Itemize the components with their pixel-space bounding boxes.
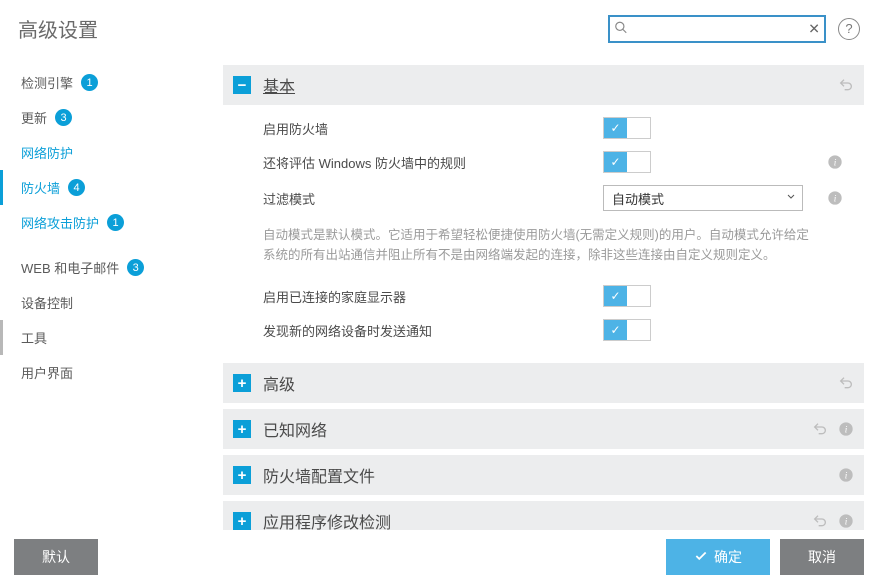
button-label: 确定 — [714, 547, 742, 567]
sidebar-item-label: 防火墙 — [21, 178, 60, 197]
section-profiles: + 防火墙配置文件 i — [223, 455, 864, 495]
row-label: 过滤模式 — [263, 189, 603, 208]
footer: 默认 确定 取消 — [0, 529, 878, 585]
expand-icon[interactable]: + — [233, 374, 251, 392]
sidebar-badge: 1 — [107, 214, 124, 231]
section-header-advanced[interactable]: + 高级 — [223, 363, 864, 403]
row-filter-mode: 过滤模式 自动模式 i — [223, 179, 864, 217]
section-known-networks: + 已知网络 i — [223, 409, 864, 449]
sidebar-item-tools[interactable]: 工具 — [0, 320, 215, 355]
undo-icon[interactable] — [812, 421, 828, 437]
button-label: 默认 — [42, 547, 70, 567]
sidebar-badge: 1 — [81, 74, 98, 91]
ok-button[interactable]: 确定 — [666, 539, 770, 575]
collapse-icon[interactable]: − — [233, 76, 251, 94]
button-label: 取消 — [808, 547, 836, 567]
row-label: 启用已连接的家庭显示器 — [263, 287, 603, 306]
check-icon: ✓ — [610, 155, 620, 169]
info-icon[interactable]: i — [838, 513, 854, 529]
toggle-enable-firewall[interactable]: ✓ — [603, 117, 651, 139]
info-icon[interactable]: i — [838, 467, 854, 483]
expand-icon[interactable]: + — [233, 512, 251, 530]
undo-icon[interactable] — [838, 375, 854, 391]
sidebar-item-label: 用户界面 — [21, 363, 73, 382]
check-icon — [694, 549, 708, 566]
section-advanced: + 高级 — [223, 363, 864, 403]
search-input[interactable] — [608, 15, 826, 43]
sidebar-badge: 3 — [127, 259, 144, 276]
section-title: 已知网络 — [263, 417, 812, 441]
sidebar: 检测引擎 1 更新 3 网络防护 防火墙 4 网络攻击防护 1 WEB 和电子邮… — [0, 57, 215, 530]
toggle-eval-windows-rules[interactable]: ✓ — [603, 151, 651, 173]
info-icon[interactable]: i — [838, 421, 854, 437]
info-icon[interactable]: i — [827, 154, 843, 170]
section-basic: − 基本 启用防火墙 ✓ — [223, 65, 864, 357]
info-icon[interactable]: i — [827, 190, 843, 206]
search-wrap: ✕ — [608, 15, 826, 43]
sidebar-item-label: WEB 和电子邮件 — [21, 258, 119, 277]
check-icon: ✓ — [610, 121, 620, 135]
row-enable-firewall: 启用防火墙 ✓ — [223, 111, 864, 145]
filter-mode-description: 自动模式是默认模式。它适用于希望轻松便捷使用防火墙(无需定义规则)的用户。自动模… — [223, 217, 864, 279]
sidebar-item-label: 设备控制 — [21, 293, 73, 312]
clear-icon[interactable]: ✕ — [808, 20, 820, 37]
toggle-notify-new-device[interactable]: ✓ — [603, 319, 651, 341]
section-header-basic[interactable]: − 基本 — [223, 65, 864, 105]
undo-icon[interactable] — [812, 513, 828, 529]
row-label: 还将评估 Windows 防火墙中的规则 — [263, 153, 603, 172]
svg-text:i: i — [845, 471, 848, 481]
sidebar-item-ui[interactable]: 用户界面 — [0, 355, 215, 390]
section-title: 防火墙配置文件 — [263, 463, 838, 487]
row-eval-windows-rules: 还将评估 Windows 防火墙中的规则 ✓ i — [223, 145, 864, 179]
sidebar-item-label: 网络攻击防护 — [21, 213, 99, 232]
check-icon: ✓ — [610, 289, 620, 303]
section-header-app-mod[interactable]: + 应用程序修改检测 i — [223, 501, 864, 530]
section-header-profiles[interactable]: + 防火墙配置文件 i — [223, 455, 864, 495]
row-label: 启用防火墙 — [263, 119, 603, 138]
svg-text:i: i — [845, 517, 848, 527]
row-home-monitor: 启用已连接的家庭显示器 ✓ — [223, 279, 864, 313]
sidebar-item-network-protection[interactable]: 网络防护 — [0, 135, 215, 170]
sidebar-badge: 4 — [68, 179, 85, 196]
help-icon[interactable]: ? — [838, 18, 860, 40]
sidebar-item-label: 工具 — [21, 328, 47, 347]
select-filter-mode[interactable]: 自动模式 — [603, 185, 803, 211]
sidebar-item-label: 网络防护 — [21, 143, 73, 162]
check-icon: ✓ — [610, 323, 620, 337]
sidebar-item-network-attack[interactable]: 网络攻击防护 1 — [0, 205, 215, 240]
svg-text:i: i — [834, 158, 837, 168]
svg-text:i: i — [834, 194, 837, 204]
sidebar-item-device-control[interactable]: 设备控制 — [0, 285, 215, 320]
toggle-home-monitor[interactable]: ✓ — [603, 285, 651, 307]
sidebar-item-detection-engine[interactable]: 检测引擎 1 — [0, 65, 215, 100]
section-title: 应用程序修改检测 — [263, 509, 812, 530]
section-body-basic: 启用防火墙 ✓ 还将评估 Windows 防火墙中的规则 ✓ — [223, 105, 864, 357]
undo-icon[interactable] — [838, 77, 854, 93]
sidebar-item-label: 检测引擎 — [21, 73, 73, 92]
sidebar-item-update[interactable]: 更新 3 — [0, 100, 215, 135]
sidebar-badge: 3 — [55, 109, 72, 126]
svg-text:i: i — [845, 425, 848, 435]
sidebar-item-firewall[interactable]: 防火墙 4 — [0, 170, 215, 205]
section-title: 基本 — [263, 73, 838, 97]
expand-icon[interactable]: + — [233, 420, 251, 438]
section-app-mod: + 应用程序修改检测 i — [223, 501, 864, 530]
row-label: 发现新的网络设备时发送通知 — [263, 321, 603, 340]
expand-icon[interactable]: + — [233, 466, 251, 484]
default-button[interactable]: 默认 — [14, 539, 98, 575]
page-header: 高级设置 ✕ ? — [0, 0, 878, 57]
select-value: 自动模式 — [612, 189, 664, 208]
sidebar-item-web-email[interactable]: WEB 和电子邮件 3 — [0, 250, 215, 285]
sidebar-item-label: 更新 — [21, 108, 47, 127]
row-notify-new-device: 发现新的网络设备时发送通知 ✓ — [223, 313, 864, 347]
cancel-button[interactable]: 取消 — [780, 539, 864, 575]
main-content: − 基本 启用防火墙 ✓ — [215, 57, 878, 530]
page-title: 高级设置 — [18, 14, 608, 43]
section-title: 高级 — [263, 371, 838, 395]
section-header-known-networks[interactable]: + 已知网络 i — [223, 409, 864, 449]
